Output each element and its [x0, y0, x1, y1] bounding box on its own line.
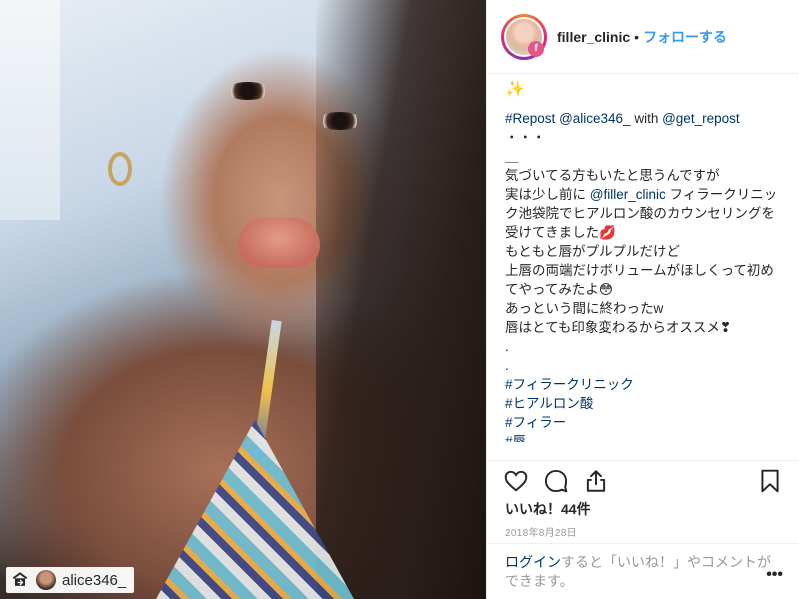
sparkle-emoji: ✨: [505, 81, 525, 98]
avatar-image: f: [504, 16, 544, 57]
caption-dot-b: .: [505, 358, 509, 373]
caption-repost-line: #Repost @alice346_ with @get_repost: [505, 109, 783, 128]
caption-line-5: あっという間に終わったw: [505, 301, 664, 316]
hashtag-filler[interactable]: #フィラー: [505, 413, 783, 432]
repost-user-avatar: [36, 570, 56, 590]
avatar-badge: f: [528, 40, 544, 57]
lips-emoji: 💋: [599, 225, 616, 240]
caption-line-2: 実は少し前に @filler_clinic フィラークリニック池袋院でヒアルロン…: [505, 185, 783, 242]
login-prompt: ログインすると「いいね！」やコメントができます。: [487, 543, 799, 599]
post-actions: [487, 460, 799, 500]
hashtag-lips[interactable]: #唇: [505, 432, 783, 442]
bookmark-icon[interactable]: [757, 468, 783, 494]
profile-avatar[interactable]: f: [501, 13, 547, 60]
photo-hair: [316, 0, 486, 599]
repost-icon: [12, 572, 28, 586]
post-caption: ✨ #Repost @alice346_ with @get_repost ・・…: [487, 74, 799, 442]
post-username[interactable]: filler_clinic: [557, 29, 630, 45]
follow-button[interactable]: フォローする: [643, 27, 727, 47]
post-side-panel: f filler_clinic • フォローする ✨ #Repost @alic…: [486, 0, 799, 599]
comment-icon[interactable]: [543, 468, 569, 494]
caption-with: with: [630, 111, 663, 126]
post-date: 2018年8月28日: [505, 528, 577, 539]
repost-username[interactable]: alice346_: [62, 572, 126, 589]
photo-sky: [0, 0, 60, 220]
hashtag-hyaluronic-acid[interactable]: #ヒアルロン酸: [505, 394, 783, 413]
heart-icon[interactable]: [503, 468, 529, 494]
caption-line-6: 唇はとても印象変わるからオススメ❣: [505, 320, 732, 335]
caption-line-4: 上唇の両端だけボリュームがほしくって初めてやってみたよ😳: [505, 263, 774, 297]
photo-repost-tag[interactable]: alice346_: [6, 567, 135, 593]
header-separator: •: [634, 28, 640, 45]
hashtag-repost[interactable]: #Repost: [505, 111, 555, 126]
photo-eye-right: [318, 112, 362, 130]
caption-dots: ・・・: [505, 130, 546, 145]
share-icon[interactable]: [583, 468, 609, 494]
mention-get-repost[interactable]: @get_repost: [662, 111, 740, 126]
photo-lips: [238, 218, 320, 268]
post-photo[interactable]: alice346_: [0, 0, 486, 599]
likes-count[interactable]: いいね！44件: [505, 499, 591, 519]
caption-line-3: もともと唇がプルプルだけど: [505, 244, 680, 259]
caption-underscore: ＿: [505, 149, 519, 164]
login-link[interactable]: ログイン: [505, 554, 561, 570]
hashtag-filler-clinic[interactable]: #フィラークリニック: [505, 375, 783, 394]
photo-eye-left: [226, 82, 270, 100]
mention-alice346[interactable]: @alice346_: [559, 111, 631, 126]
caption-line-1: 気づいてる方もいたと思うんですが: [505, 168, 720, 183]
mention-filler-clinic[interactable]: @filler_clinic: [590, 187, 666, 202]
photo-earring: [108, 152, 132, 186]
more-options-button[interactable]: •••: [766, 566, 783, 584]
caption-line-2-pre: 実は少し前に: [505, 187, 590, 202]
post-header: f filler_clinic • フォローする: [487, 0, 799, 74]
caption-dot-a: .: [505, 339, 509, 354]
